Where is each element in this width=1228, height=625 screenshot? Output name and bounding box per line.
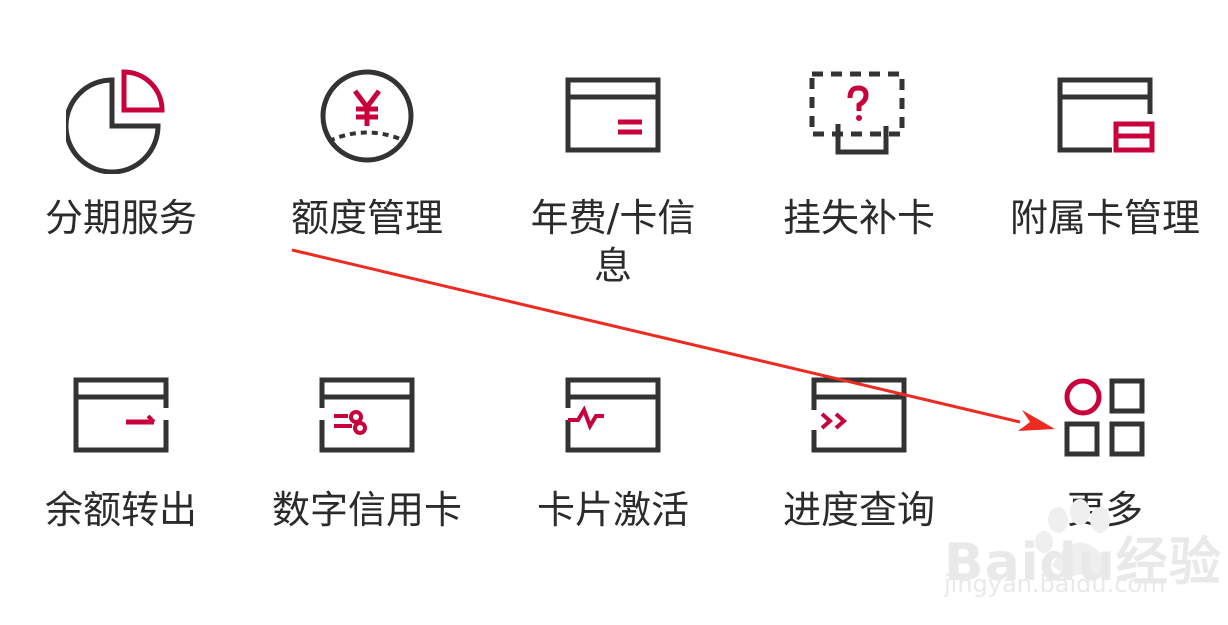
menu-label: 进度查询 [782, 488, 935, 532]
menu-item-credit-limit[interactable]: 额度管理 [252, 64, 482, 242]
menu-item-report-loss[interactable]: 挂失补卡 [744, 64, 974, 242]
menu-item-balance-transfer[interactable]: 余额转出 [6, 370, 236, 534]
digital-card-icon [319, 377, 415, 453]
menu-label: 附属卡管理 [1009, 196, 1200, 240]
menu-item-supplementary-card[interactable]: 附属卡管理 [990, 64, 1220, 242]
menu-item-annual-fee-card-info[interactable]: 年费/卡信息 [498, 64, 728, 290]
card-info-icon [565, 77, 661, 153]
more-grid-icon [1064, 378, 1145, 457]
report-loss-card-icon [809, 71, 905, 155]
menu-item-digital-card[interactable]: 数字信用卡 [252, 370, 482, 534]
progress-query-icon [811, 377, 907, 453]
menu-item-more[interactable]: 更多 [990, 370, 1220, 534]
card-activation-icon [565, 377, 661, 453]
menu-label: 年费/卡信息 [530, 196, 696, 288]
menu-label: 余额转出 [44, 488, 197, 532]
menu-item-card-activation[interactable]: 卡片激活 [498, 370, 728, 534]
menu-item-installment[interactable]: 分期服务 [6, 64, 236, 242]
menu-label: 分期服务 [44, 196, 197, 240]
menu-label: 数字信用卡 [271, 488, 462, 532]
credit-limit-yen-icon [320, 69, 414, 163]
menu-item-progress-query[interactable]: 进度查询 [744, 370, 974, 534]
watermark-url: jingyan.baidu.com [944, 570, 1166, 598]
supplementary-card-icon [1057, 77, 1155, 153]
balance-transfer-card-icon [73, 377, 169, 453]
installment-pie-icon [66, 69, 165, 174]
menu-label: 挂失补卡 [782, 196, 935, 240]
menu-label: 额度管理 [290, 196, 443, 240]
menu-label: 卡片激活 [536, 488, 689, 532]
